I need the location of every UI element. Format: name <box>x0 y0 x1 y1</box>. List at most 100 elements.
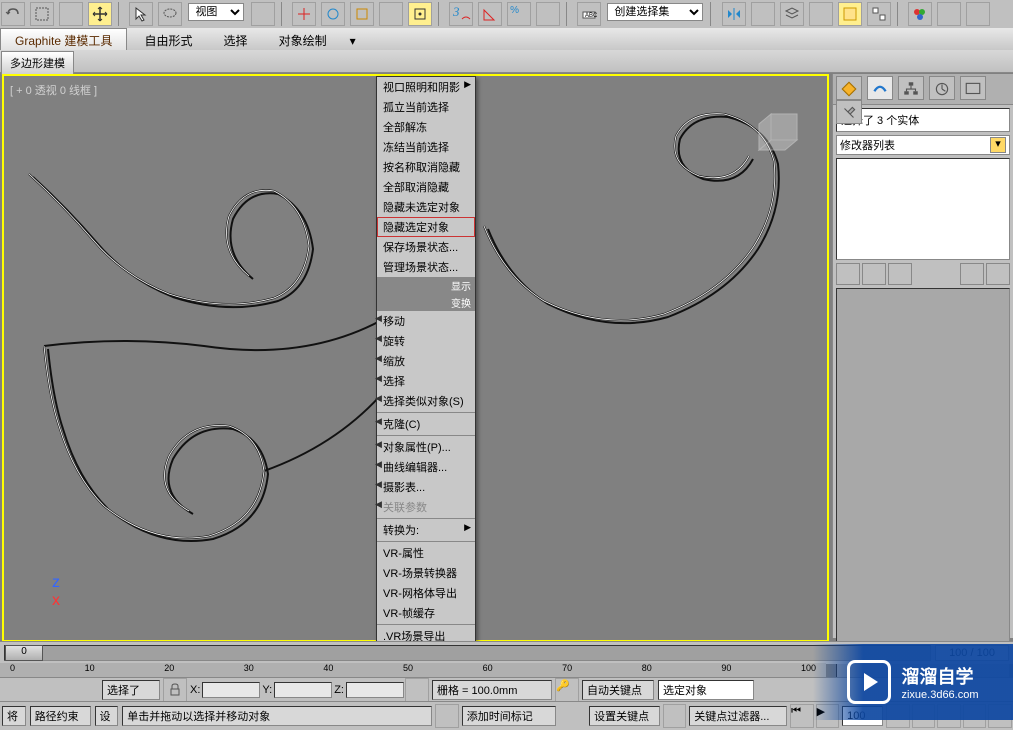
percent-snap-icon[interactable]: % <box>507 2 531 26</box>
time-slider-track[interactable]: 0 <box>4 645 931 661</box>
ctx-object-props[interactable]: 对象属性(P)... <box>377 437 475 457</box>
snap3-icon[interactable]: 3 <box>449 2 473 26</box>
setkey-button[interactable]: 设置关键点 <box>589 706 660 726</box>
add-time-tag[interactable]: 添加时间标记 <box>462 706 556 726</box>
undo-icon[interactable] <box>1 2 25 26</box>
tab-path-constraint[interactable]: 路径约束 <box>30 706 91 726</box>
link-icon[interactable] <box>59 2 83 26</box>
ctx-clone[interactable]: 克隆(C) <box>377 414 475 434</box>
ctx-unhide-by-name[interactable]: 按名称取消隐藏 <box>377 157 475 177</box>
sel-count-label: 选择了 <box>102 680 160 700</box>
time-slider-thumb[interactable]: 0 <box>5 645 43 661</box>
config-icon[interactable] <box>986 263 1010 285</box>
lock-icon[interactable] <box>163 678 187 702</box>
scale-icon[interactable] <box>350 2 374 26</box>
ctx-vr-mesh-export[interactable]: VR-网格体导出 <box>377 583 475 603</box>
rotate-icon[interactable] <box>321 2 345 26</box>
material-icon[interactable] <box>908 2 932 26</box>
modifier-list-dropdown[interactable]: 修改器列表 ▾ <box>836 135 1010 155</box>
show-end-icon[interactable] <box>862 263 886 285</box>
tab-will[interactable]: 将 <box>2 706 26 726</box>
render-frame-icon[interactable] <box>966 2 990 26</box>
chevron-down-icon[interactable]: ▾ <box>990 137 1006 153</box>
ctx-scale[interactable]: 缩放 <box>377 351 475 371</box>
selection-set-dropdown[interactable]: 创建选择集 <box>607 3 703 21</box>
pin-stack-icon[interactable] <box>836 263 860 285</box>
named-sel-icon[interactable]: ABC <box>577 2 601 26</box>
center-icon[interactable] <box>408 2 432 26</box>
layers-icon[interactable] <box>780 2 804 26</box>
axis-gizmo: z x <box>52 592 60 610</box>
redo-icon[interactable] <box>30 2 54 26</box>
schematic-icon[interactable] <box>867 2 891 26</box>
tab-set[interactable]: 设 <box>95 706 119 726</box>
ctx-curve-editor[interactable]: 曲线编辑器... <box>377 457 475 477</box>
ctx-save-scene-state[interactable]: 保存场景状态... <box>377 237 475 257</box>
tab-select[interactable]: 选择 <box>210 29 262 51</box>
remove-mod-icon[interactable] <box>960 263 984 285</box>
polygon-modeling-button[interactable]: 多边形建模 <box>1 51 74 75</box>
ctx-rotate[interactable]: 旋转 <box>377 331 475 351</box>
ctx-hide-selected[interactable]: 隐藏选定对象 <box>377 217 475 237</box>
script-icon[interactable] <box>435 704 459 728</box>
angle-snap-icon[interactable] <box>478 2 502 26</box>
ctx-isolate[interactable]: 孤立当前选择 <box>377 97 475 117</box>
y-input[interactable] <box>274 682 332 698</box>
ctx-select[interactable]: 选择 <box>377 371 475 391</box>
refsys-icon[interactable] <box>379 2 403 26</box>
tab-graphite[interactable]: Graphite 建模工具 <box>0 28 127 51</box>
svg-text:ABC: ABC <box>585 13 597 19</box>
move-icon[interactable] <box>88 2 112 26</box>
y-label: Y: <box>262 684 272 696</box>
tab-freeform[interactable]: 自由形式 <box>130 29 206 51</box>
rollout-area[interactable] <box>836 288 1010 700</box>
ctx-vr-scene-conv[interactable]: VR-场景转换器 <box>377 563 475 583</box>
move2-icon[interactable] <box>292 2 316 26</box>
tab-objectpaint[interactable]: 对象绘制 <box>265 29 341 51</box>
x-label: X: <box>190 684 200 696</box>
selobj-dropdown[interactable]: 选定对象 <box>658 680 754 700</box>
modifier-stack[interactable] <box>836 158 1010 260</box>
unique-icon[interactable] <box>888 263 912 285</box>
abs-rel-icon[interactable] <box>405 678 429 702</box>
tab-motion-icon[interactable] <box>929 76 955 100</box>
z-input[interactable] <box>346 682 404 698</box>
ctx-viewport-lighting[interactable]: 视口照明和阴影 <box>377 77 475 97</box>
render-setup-icon[interactable] <box>937 2 961 26</box>
tab-modify-icon[interactable] <box>867 76 893 100</box>
ctx-manage-scene-state[interactable]: 管理场景状态... <box>377 257 475 277</box>
key-filters[interactable]: 关键点过滤器... <box>689 706 787 726</box>
spinner-snap-icon[interactable] <box>536 2 560 26</box>
curve-editor-icon[interactable] <box>838 2 862 26</box>
ctx-select-similar[interactable]: 选择类似对象(S) <box>377 391 475 411</box>
mirror-icon[interactable] <box>722 2 746 26</box>
align-icon[interactable] <box>751 2 775 26</box>
ctx-dope-sheet[interactable]: 摄影表... <box>377 477 475 497</box>
layer-mgr-icon[interactable] <box>809 2 833 26</box>
tab-utilities-icon[interactable] <box>836 100 862 124</box>
ctx-unfreeze-all[interactable]: 全部解冻 <box>377 117 475 137</box>
x-input[interactable] <box>202 682 260 698</box>
autokey-button[interactable]: 自动关键点 <box>582 680 654 700</box>
key-icon[interactable] <box>663 704 687 728</box>
crossing-icon[interactable] <box>251 2 275 26</box>
ribbon-subbar: 多边形建模 <box>0 50 1013 73</box>
ctx-vr-props[interactable]: VR-属性 <box>377 543 475 563</box>
ctx-move[interactable]: 移动 <box>377 311 475 331</box>
view-dropdown[interactable]: 视图 <box>188 3 244 21</box>
key-mode-icon[interactable]: 🔑 <box>555 678 579 702</box>
tab-hierarchy-icon[interactable] <box>898 76 924 100</box>
select-icon[interactable] <box>129 2 153 26</box>
lasso-icon[interactable] <box>158 2 182 26</box>
ctx-hide-unselected[interactable]: 隐藏未选定对象 <box>377 197 475 217</box>
viewcube[interactable] <box>751 100 809 158</box>
command-panel-tabs <box>833 74 1013 105</box>
goto-start-icon[interactable]: ⏮ <box>790 704 814 728</box>
ctx-convert-to[interactable]: 转换为: <box>377 520 475 540</box>
tab-display-icon[interactable] <box>960 76 986 100</box>
ctx-unhide-all[interactable]: 全部取消隐藏 <box>377 177 475 197</box>
stack-buttons <box>836 263 1010 285</box>
tab-create-icon[interactable] <box>836 76 862 100</box>
ctx-vr-framebuffer[interactable]: VR-帧缓存 <box>377 603 475 623</box>
ctx-freeze-sel[interactable]: 冻结当前选择 <box>377 137 475 157</box>
